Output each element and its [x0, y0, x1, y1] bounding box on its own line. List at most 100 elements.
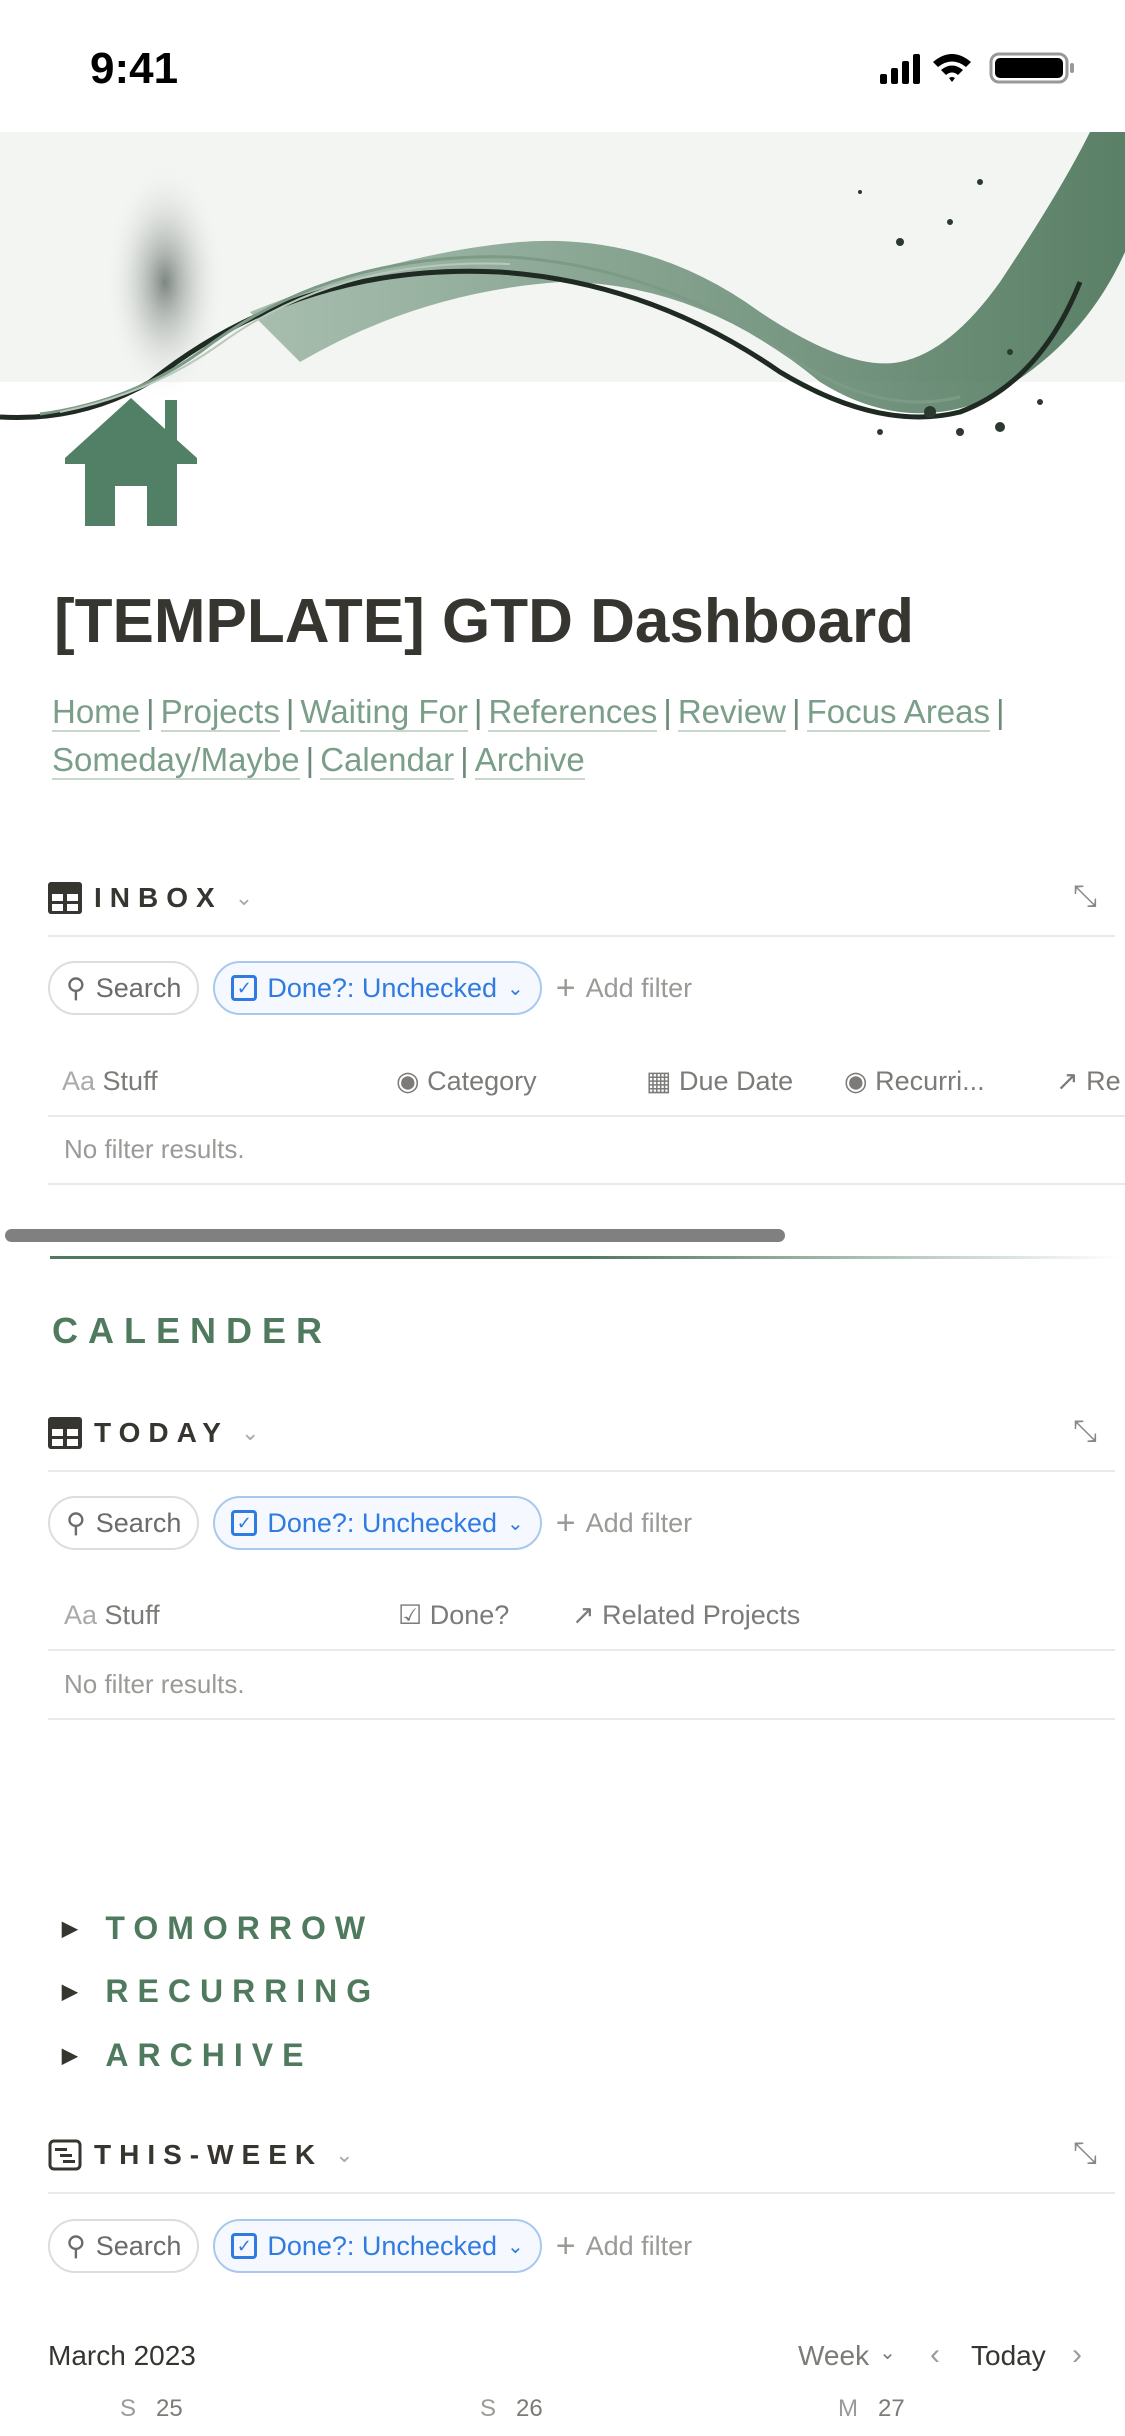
select-icon: ◉: [396, 1066, 420, 1096]
link-calendar[interactable]: Calendar: [320, 741, 455, 780]
chevron-down-icon: ⌄: [240, 1420, 260, 1445]
divider: [48, 1183, 1125, 1185]
arrow-up-right-icon: ↗: [1056, 1066, 1079, 1096]
day-header: M 27: [838, 2395, 905, 2422]
column-related-projects[interactable]: ↗ Related Projects: [572, 1600, 800, 1631]
checkbox-icon: ✓: [231, 1510, 258, 1536]
toggle-recurring[interactable]: ▶ RECURRING: [62, 1973, 380, 2010]
add-filter-label: Add filter: [585, 1507, 693, 1538]
expand-icon[interactable]: ⤡: [1073, 1415, 1097, 1449]
search-label: Search: [95, 972, 182, 1003]
nav-links: Home | Projects | Waiting For | References | Rev…: [52, 688, 1092, 784]
house-icon: [65, 398, 197, 526]
calendar-month: March 2023: [48, 2340, 196, 2371]
today-button[interactable]: Today: [971, 2340, 1046, 2372]
empty-state: No filter results.: [64, 1134, 245, 1164]
plus-icon: +: [555, 1503, 576, 1542]
separator: |: [473, 693, 483, 730]
column-category[interactable]: ◉ Category: [396, 1066, 537, 1097]
link-waiting-for[interactable]: Waiting For: [300, 693, 468, 732]
view-title: THIS-WEEK: [94, 2139, 324, 2170]
separator: |: [305, 741, 315, 778]
select-icon: ◉: [844, 1066, 868, 1096]
column-stuff[interactable]: Aa Stuff: [64, 1600, 160, 1631]
filter-label: Done?: Unchecked: [267, 2230, 497, 2261]
toggle-archive[interactable]: ▶ ARCHIVE: [62, 2037, 312, 2074]
search-icon: ⚲: [66, 2230, 86, 2261]
view-range-label: Week: [798, 2340, 870, 2371]
checkbox-icon: ☑: [398, 1600, 423, 1630]
link-focus-areas[interactable]: Focus Areas: [806, 693, 991, 732]
search-button[interactable]: ⚲ Search: [48, 1496, 200, 1550]
table-icon: [48, 882, 82, 914]
link-references[interactable]: References: [488, 693, 658, 732]
chevron-down-icon: ⌄: [507, 977, 524, 1000]
status-icons: [878, 50, 1083, 86]
add-filter-button[interactable]: + Add filter: [556, 2227, 692, 2266]
divider: [48, 935, 1115, 937]
add-filter-button[interactable]: + Add filter: [556, 1504, 692, 1543]
column-done[interactable]: ☑ Done?: [398, 1600, 509, 1631]
toggle-label: ARCHIVE: [105, 2037, 313, 2073]
toggle-label: TOMORROW: [105, 1910, 375, 1946]
triangle-right-icon: ▶: [62, 1918, 78, 1940]
separator: |: [460, 741, 469, 778]
view-title: INBOX: [94, 882, 223, 913]
search-icon: ⚲: [66, 972, 86, 1003]
link-projects[interactable]: Projects: [160, 693, 280, 732]
page-title: [TEMPLATE] GTD Dashboard: [54, 587, 914, 656]
link-archive[interactable]: Archive: [474, 741, 585, 780]
arrow-up-right-icon: ↗: [572, 1600, 595, 1630]
horizontal-scrollbar[interactable]: [5, 1229, 785, 1242]
done-filter-chip[interactable]: ✓ Done?: Unchecked ⌄: [213, 961, 542, 1015]
expand-icon[interactable]: ⤡: [1073, 880, 1097, 914]
triangle-right-icon: ▶: [62, 2045, 78, 2067]
separator: |: [146, 693, 155, 730]
view-range-select[interactable]: Week ⌄: [798, 2340, 896, 2372]
checkbox-icon: ✓: [231, 975, 258, 1001]
inbox-view-header[interactable]: INBOX ⌄: [48, 868, 253, 928]
add-filter-button[interactable]: + Add filter: [556, 969, 692, 1008]
search-button[interactable]: ⚲ Search: [48, 2219, 200, 2273]
separator: |: [996, 693, 1005, 730]
previous-week-button[interactable]: ‹: [930, 2338, 940, 2372]
today-view-header[interactable]: TODAY ⌄: [48, 1403, 259, 1463]
next-week-button[interactable]: ›: [1072, 2338, 1082, 2372]
inbox-filters: ⚲ Search ✓ Done?: Unchecked ⌄ + Add filter: [48, 961, 692, 1015]
done-filter-chip[interactable]: ✓ Done?: Unchecked ⌄: [213, 1496, 542, 1550]
checkbox-icon: ✓: [231, 2233, 258, 2259]
search-label: Search: [95, 1507, 182, 1538]
divider: [48, 1649, 1115, 1651]
chevron-down-icon: ⌄: [507, 2235, 524, 2258]
divider: [48, 1115, 1125, 1117]
search-icon: ⚲: [66, 1507, 86, 1538]
chevron-down-icon: ⌄: [335, 2142, 354, 2167]
this-week-filters: ⚲ Search ✓ Done?: Unchecked ⌄ + Add filter: [48, 2219, 692, 2273]
today-column-headers: Aa Stuff ☑ Done? ↗ Related Projects: [62, 1600, 1112, 1634]
day-header: S 26: [480, 2395, 543, 2422]
toggle-tomorrow[interactable]: ▶ TOMORROW: [62, 1910, 374, 1947]
column-recurring[interactable]: ◉ Recurri...: [844, 1066, 985, 1097]
column-stuff[interactable]: Aa Stuff: [62, 1066, 158, 1097]
signal-wifi-battery-icon: [880, 52, 1074, 84]
empty-state: No filter results.: [64, 1669, 245, 1699]
triangle-right-icon: ▶: [62, 1981, 78, 2003]
column-relation[interactable]: ↗ Re: [1056, 1066, 1121, 1097]
view-title: TODAY: [94, 1417, 229, 1448]
column-due-date[interactable]: ▦ Due Date: [646, 1066, 793, 1097]
link-review[interactable]: Review: [677, 693, 787, 732]
divider: [48, 2192, 1115, 2194]
add-filter-label: Add filter: [585, 972, 693, 1003]
link-someday-maybe[interactable]: Someday/Maybe: [52, 741, 300, 780]
plus-icon: +: [555, 968, 576, 1007]
link-home[interactable]: Home: [52, 693, 141, 732]
done-filter-chip[interactable]: ✓ Done?: Unchecked ⌄: [213, 2219, 542, 2273]
chevron-down-icon: ⌄: [879, 2342, 896, 2364]
status-time: 9:41: [90, 44, 179, 93]
search-button[interactable]: ⚲ Search: [48, 961, 200, 1015]
day-header: S 25: [120, 2395, 183, 2422]
separator: |: [663, 693, 672, 730]
expand-icon[interactable]: ⤡: [1073, 2137, 1097, 2171]
this-week-view-header[interactable]: THIS-WEEK ⌄: [48, 2125, 354, 2185]
divider: [48, 1470, 1115, 1472]
